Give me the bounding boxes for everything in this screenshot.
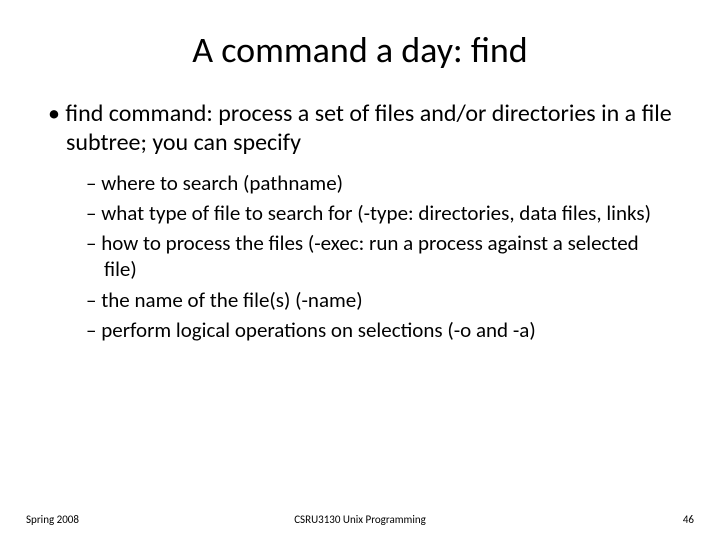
bullet-level-2: the name of the file(s) (-name): [104, 287, 672, 313]
footer-page-number: 46: [683, 513, 694, 526]
bullet-level-2: perform logical operations on selections…: [104, 317, 672, 343]
bullet-level-2: how to process the files (-exec: run a p…: [104, 230, 672, 283]
slide-title: A command a day: find: [48, 28, 672, 72]
footer-left: Spring 2008: [26, 513, 79, 526]
footer-center: CSRU3130 Unix Programming: [294, 513, 426, 526]
slide-footer: Spring 2008 CSRU3130 Unix Programming 46: [0, 513, 720, 526]
sub-bullet-list: where to search (pathname) what type of …: [86, 170, 672, 344]
slide: A command a day: find find command: proc…: [0, 0, 720, 540]
bullet-level-2: where to search (pathname): [104, 170, 672, 196]
bullet-level-2: what type of file to search for (-type: …: [104, 200, 672, 226]
bullet-level-1: find command: process a set of files and…: [66, 100, 672, 158]
